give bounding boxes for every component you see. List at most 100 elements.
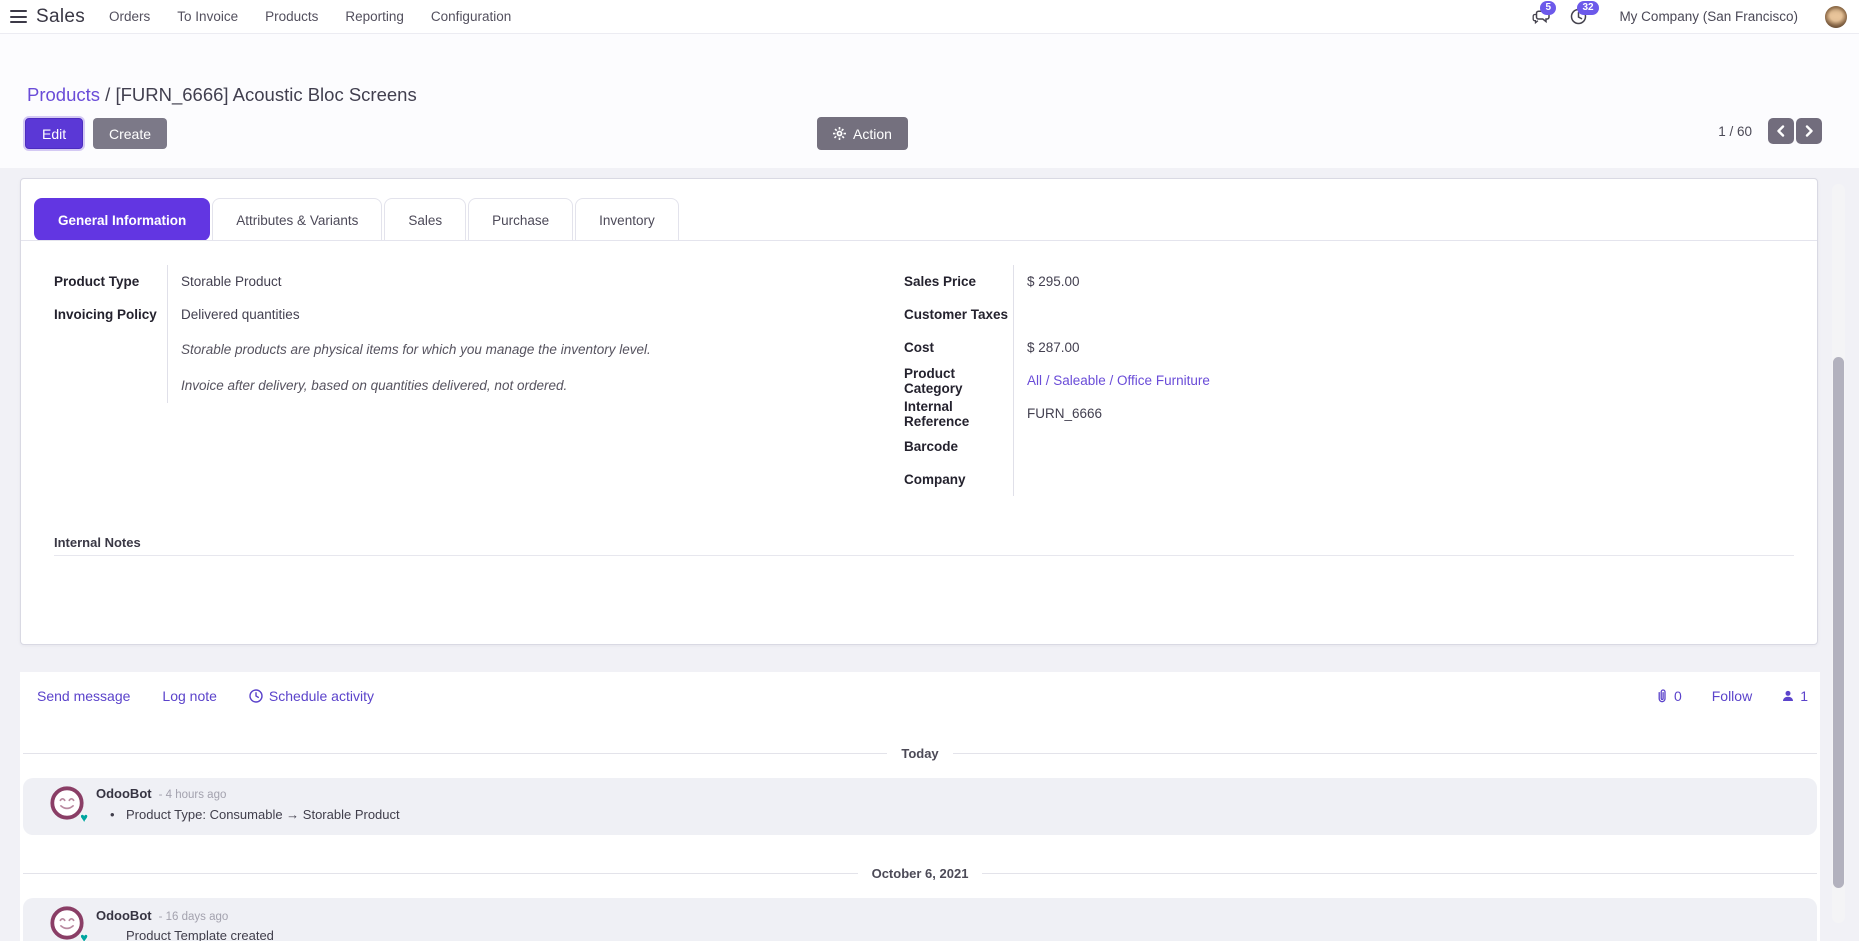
help-note-text: Invoice after delivery, based on quantit… [167, 367, 754, 403]
activities-menu[interactable]: 32 [1568, 8, 1588, 26]
notebook-tabs: General Information Attributes & Variant… [34, 198, 681, 241]
message-body: Product Template created [96, 928, 274, 941]
chatter-toolbar: Send message Log note Schedule activity … [37, 688, 1808, 704]
main-content: General Information Attributes & Variant… [0, 168, 1859, 941]
menu-to-invoice[interactable]: To Invoice [177, 9, 238, 24]
pager-previous-button[interactable] [1768, 118, 1794, 144]
date-separator-october: October 6, 2021 [23, 866, 1817, 881]
internal-notes-title: Internal Notes [34, 535, 1794, 550]
menu-products[interactable]: Products [265, 9, 318, 24]
help-note-text: Storable products are physical items for… [167, 331, 754, 367]
internal-notes-divider [54, 555, 1794, 556]
messages-badge: 5 [1540, 1, 1556, 15]
field-label: Sales Price [884, 265, 1013, 298]
breadcrumb-separator: / [105, 84, 110, 105]
chatter-panel: Send message Log note Schedule activity … [20, 672, 1820, 941]
field-label: Invoicing Policy [34, 298, 167, 331]
product-category-link[interactable]: All / Saleable / Office Furniture [1027, 373, 1210, 388]
tab-general-information[interactable]: General Information [34, 198, 210, 241]
field-cost: Cost $ 287.00 [884, 331, 1644, 364]
scrollbar-thumb[interactable] [1833, 357, 1844, 888]
chevron-right-icon [1804, 125, 1814, 137]
form-left-column: Product Type Storable Product Invoicing … [34, 265, 754, 403]
field-barcode: Barcode [884, 430, 1644, 463]
app-name[interactable]: Sales [36, 6, 85, 28]
tab-attributes-variants[interactable]: Attributes & Variants [212, 198, 382, 241]
tab-purchase[interactable]: Purchase [468, 198, 573, 241]
field-label: Product Category [884, 364, 1013, 397]
field-value [1013, 298, 1644, 331]
followers-button[interactable]: 1 [1782, 688, 1808, 704]
message-timestamp: - 16 days ago [159, 911, 229, 923]
breadcrumb: Products / [FURN_6666] Acoustic Bloc Scr… [27, 84, 417, 106]
pager: 1 / 60 [1718, 118, 1822, 144]
odoobot-avatar: ♥ [49, 905, 85, 941]
attachments-button[interactable]: 0 [1656, 688, 1682, 704]
send-message-button[interactable]: Send message [37, 688, 130, 704]
user-avatar[interactable] [1825, 6, 1847, 28]
field-value [1013, 430, 1644, 463]
top-navbar: Sales Orders To Invoice Products Reporti… [0, 0, 1859, 34]
field-label: Barcode [884, 430, 1013, 463]
action-button[interactable]: Action [817, 117, 908, 150]
field-product-category: Product Category All / Saleable / Office… [884, 364, 1644, 397]
main-menu: Orders To Invoice Products Reporting Con… [109, 9, 511, 24]
odoobot-avatar: ♥ [49, 785, 85, 821]
follow-button[interactable]: Follow [1712, 688, 1752, 704]
tabs-underline [21, 240, 1817, 241]
company-switcher[interactable]: My Company (San Francisco) [1619, 9, 1798, 24]
field-label: Cost [884, 331, 1013, 364]
chevron-left-icon [1776, 125, 1786, 137]
gear-icon [833, 127, 846, 140]
heart-icon: ♥ [80, 811, 88, 824]
field-value [1013, 463, 1644, 496]
product-form-sheet: General Information Attributes & Variant… [20, 178, 1818, 645]
chatter-message: ♥ OdooBot - 16 days ago Product Template… [23, 898, 1817, 941]
messages-menu[interactable]: 5 [1531, 8, 1551, 26]
field-label: Company [884, 463, 1013, 496]
schedule-activity-button[interactable]: Schedule activity [249, 688, 374, 704]
field-value: $ 295.00 [1013, 265, 1644, 298]
menu-configuration[interactable]: Configuration [431, 9, 511, 24]
field-invoicing-policy: Invoicing Policy Delivered quantities [34, 298, 754, 331]
edit-button[interactable]: Edit [25, 118, 83, 149]
heart-icon: ♥ [80, 931, 88, 941]
message-author[interactable]: OdooBot [96, 908, 152, 923]
field-value: $ 287.00 [1013, 331, 1644, 364]
field-customer-taxes: Customer Taxes [884, 298, 1644, 331]
tab-inventory[interactable]: Inventory [575, 198, 679, 241]
follower-person-icon [1782, 690, 1794, 702]
message-timestamp: - 4 hours ago [159, 789, 227, 801]
field-label: Internal Reference [884, 397, 1013, 430]
tab-sales[interactable]: Sales [384, 198, 466, 241]
breadcrumb-current: [FURN_6666] Acoustic Bloc Screens [115, 84, 416, 105]
field-sales-price: Sales Price $ 295.00 [884, 265, 1644, 298]
apps-menu-icon[interactable] [10, 10, 27, 23]
message-body: Product Type: Consumable → Storable Prod… [96, 807, 400, 822]
attachments-count: 0 [1674, 688, 1682, 704]
create-button[interactable]: Create [93, 118, 167, 149]
menu-reporting[interactable]: Reporting [345, 9, 404, 24]
menu-orders[interactable]: Orders [109, 9, 150, 24]
help-note-storable: Storable products are physical items for… [34, 331, 754, 367]
field-product-type: Product Type Storable Product [34, 265, 754, 298]
paperclip-icon [1656, 689, 1668, 703]
field-label: Customer Taxes [884, 298, 1013, 331]
field-value: FURN_6666 [1013, 397, 1644, 430]
log-note-button[interactable]: Log note [162, 688, 217, 704]
pager-value: 1 / 60 [1718, 124, 1752, 139]
breadcrumb-products-link[interactable]: Products [27, 84, 100, 105]
field-company: Company [884, 463, 1644, 496]
internal-notes-section: Internal Notes [34, 535, 1794, 556]
followers-count: 1 [1800, 688, 1808, 704]
field-internal-reference: Internal Reference FURN_6666 [884, 397, 1644, 430]
schedule-clock-icon [249, 689, 263, 703]
message-author[interactable]: OdooBot [96, 786, 152, 801]
vertical-scrollbar[interactable] [1832, 184, 1845, 923]
field-value: Storable Product [167, 265, 754, 298]
field-value: Delivered quantities [167, 298, 754, 331]
date-separator-today: Today [23, 746, 1817, 761]
control-panel: Products / [FURN_6666] Acoustic Bloc Scr… [0, 34, 1859, 168]
pager-next-button[interactable] [1796, 118, 1822, 144]
help-note-invoice: Invoice after delivery, based on quantit… [34, 367, 754, 403]
